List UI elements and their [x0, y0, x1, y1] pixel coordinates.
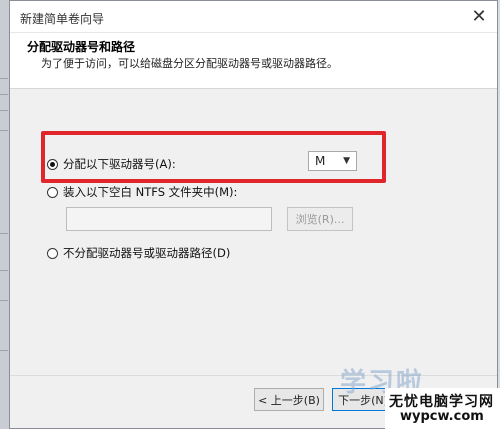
close-icon: ✕: [471, 6, 487, 27]
title-bar: 新建简单卷向导 ✕: [10, 1, 497, 33]
page-subtitle: 为了便于访问，可以给磁盘分区分配驱动器号或驱动器路径。: [41, 57, 338, 70]
watermark-site-url: wypcw.com: [400, 409, 484, 424]
option-assign-letter[interactable]: 分配以下驱动器号(A):: [47, 156, 176, 172]
option-no-assign[interactable]: 不分配驱动器号或驱动器路径(D): [47, 245, 230, 261]
chevron-down-icon: ▼: [343, 156, 350, 166]
radio-assign-letter[interactable]: [47, 158, 58, 170]
radio-mount-folder[interactable]: [47, 186, 58, 198]
drive-letter-value: M: [315, 154, 326, 168]
new-simple-volume-wizard: 新建简单卷向导 ✕ 分配驱动器号和路径 为了便于访问，可以给磁盘分区分配驱动器号…: [9, 0, 498, 429]
close-button[interactable]: ✕: [461, 1, 497, 32]
option-mount-folder[interactable]: 装入以下空白 NTFS 文件夹中(M):: [47, 184, 237, 200]
option-mount-folder-label: 装入以下空白 NTFS 文件夹中(M):: [63, 185, 238, 199]
drive-letter-select[interactable]: M ▼: [308, 151, 357, 171]
page-title: 分配驱动器号和路径: [27, 40, 136, 54]
window-title: 新建简单卷向导: [20, 12, 105, 26]
watermark-site-name: 无忧电脑学习网: [389, 394, 494, 410]
option-no-assign-label: 不分配驱动器号或驱动器路径(D): [63, 246, 231, 260]
wizard-header: 分配驱动器号和路径 为了便于访问，可以给磁盘分区分配驱动器号或驱动器路径。: [10, 33, 497, 89]
folder-path-input[interactable]: [66, 207, 272, 231]
back-button[interactable]: < 上一步(B): [254, 388, 324, 411]
option-assign-letter-label: 分配以下驱动器号(A):: [63, 157, 176, 171]
browse-button[interactable]: 浏览(R)...: [287, 207, 353, 231]
radio-no-assign[interactable]: [47, 247, 58, 259]
